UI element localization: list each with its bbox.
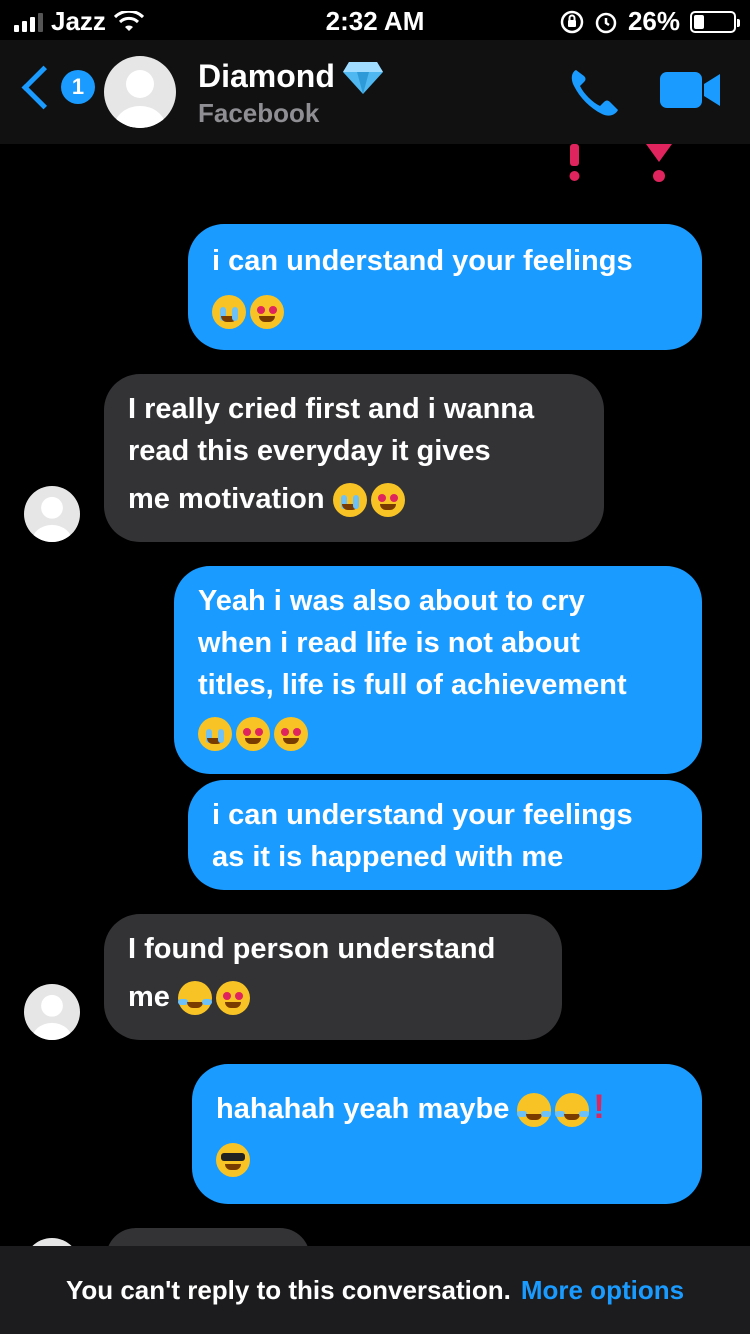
message-text: titles, life is full of achievement (198, 669, 627, 701)
message-text: as it is happened with me (212, 841, 564, 873)
diamond-icon (342, 61, 383, 94)
message-bubble-received[interactable]: I found person understand me (104, 914, 562, 1040)
contact-avatar[interactable] (104, 56, 176, 128)
crying-emoji-icon (212, 295, 246, 330)
message-text: me motivation (128, 483, 325, 515)
status-right: 26% (560, 6, 740, 37)
battery-icon (690, 10, 740, 33)
contact-name-label: Diamond (198, 58, 335, 94)
message-text: i can understand your feelings (212, 245, 633, 277)
message-text: hahahah yeah maybe (216, 1093, 510, 1125)
message-text-line: me (128, 976, 538, 1018)
message-bubble-sent[interactable]: Yeah i was also about to cry when i read… (174, 566, 702, 774)
heart-eyes-emoji-icon (215, 981, 250, 1016)
heart-eyes-emoji-icon (274, 717, 308, 752)
emoji-row (212, 290, 678, 332)
reaction-icons (569, 144, 672, 182)
message-text: when i read life is not about (198, 627, 580, 659)
message-bubble-sent[interactable]: i can understand your feelings as it is … (188, 780, 702, 890)
message-text-line: me motivation (128, 478, 580, 520)
message-text: me (128, 981, 170, 1013)
reply-disabled-bar: You can't reply to this conversation. Mo… (0, 1246, 750, 1334)
tears-of-joy-emoji-icon (517, 1093, 552, 1128)
exclamation-icon: ! (593, 1088, 605, 1126)
unread-badge: 1 (61, 70, 95, 104)
tears-of-joy-emoji-icon (177, 981, 212, 1016)
message-text: Yeah i was also about to cry (198, 585, 585, 617)
message-bubble-sent[interactable]: i can understand your feelings (188, 224, 702, 350)
video-call-icon[interactable] (660, 70, 720, 110)
crying-emoji-icon (198, 717, 232, 752)
status-bar: Jazz 2:32 AM 26% (0, 0, 750, 40)
message-text: I found person understand (128, 933, 496, 965)
message-text: i can understand your feelings (212, 799, 633, 831)
alarm-icon (595, 12, 617, 33)
message-text: read this everyday it gives (128, 435, 491, 467)
person-icon (114, 70, 166, 128)
contact-subtitle: Facebook (198, 98, 320, 128)
contact-name[interactable]: Diamond (198, 58, 383, 95)
more-options-link[interactable]: More options (521, 1275, 684, 1306)
battery-percent: 26% (627, 6, 680, 36)
person-icon (31, 994, 73, 1040)
chevron-left-icon (21, 65, 66, 109)
phone-icon[interactable] (566, 66, 622, 118)
crying-emoji-icon (332, 483, 367, 518)
sender-avatar[interactable] (24, 486, 80, 542)
heart-eyes-emoji-icon (370, 483, 405, 518)
emoji-row (198, 712, 678, 754)
emoji-row (216, 1138, 678, 1180)
sender-avatar[interactable] (24, 984, 80, 1040)
orientation-lock-icon (560, 10, 584, 33)
message-bubble-sent[interactable]: hahahah yeah maybe ! (192, 1064, 702, 1204)
message-text: I really cried first and i wanna (128, 393, 535, 425)
back-button[interactable]: 1 (18, 65, 95, 109)
heart-eyes-emoji-icon (250, 295, 284, 330)
person-icon (31, 496, 73, 542)
reply-disabled-notice: You can't reply to this conversation. (65, 1274, 511, 1305)
message-text-line: hahahah yeah maybe ! (216, 1086, 678, 1130)
heart-eyes-emoji-icon (236, 717, 270, 752)
message-bubble-received[interactable]: I really cried first and i wanna read th… (104, 374, 604, 542)
sunglasses-emoji-icon (216, 1143, 250, 1178)
tears-of-joy-emoji-icon (555, 1093, 590, 1128)
conversation-header: 1 Diamond Facebook (0, 40, 750, 144)
